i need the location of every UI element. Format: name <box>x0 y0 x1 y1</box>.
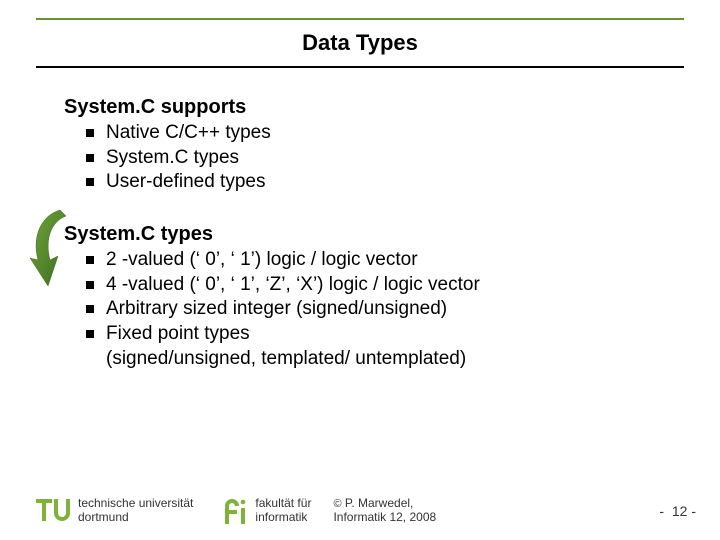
faculty-name: fakultät für informatik <box>255 497 311 525</box>
list-item-text: Arbitrary sized integer (signed/unsigned… <box>106 297 684 322</box>
list-item-text: System.C types <box>106 146 684 171</box>
list-item-text: User-defined types <box>106 170 684 195</box>
bullet-icon <box>86 129 94 137</box>
bullet-icon <box>86 178 94 186</box>
list-item-text: 4 -valued (‘ 0’, ‘ 1’, ‘Z’, ‘X’) logic /… <box>106 273 684 298</box>
university-line2: dortmund <box>78 511 193 525</box>
list-item-text: 2 -valued (‘ 0’, ‘ 1’) logic / logic vec… <box>106 248 684 273</box>
faculty-line2: informatik <box>255 511 311 525</box>
list-item-text: Fixed point types (signed/unsigned, temp… <box>106 322 684 371</box>
bullet-icon <box>86 281 94 289</box>
slide-content: System.C supports Native C/C++ types Sys… <box>64 96 684 400</box>
list-item: System.C types <box>86 146 684 171</box>
copyright-icon: © <box>333 498 341 510</box>
list-item-text: Native C/C++ types <box>106 121 684 146</box>
list-item: Fixed point types (signed/unsigned, temp… <box>86 322 684 371</box>
list-item: User-defined types <box>86 170 684 195</box>
copyright: © P. Marwedel, Informatik 12, 2008 <box>333 497 436 525</box>
list-item: Native C/C++ types <box>86 121 684 146</box>
list-item: Arbitrary sized integer (signed/unsigned… <box>86 297 684 322</box>
slide-footer: technische universität dortmund fakultät… <box>36 496 696 526</box>
copyright-line2: Informatik 12, 2008 <box>333 511 436 525</box>
list-item: 4 -valued (‘ 0’, ‘ 1’, ‘Z’, ‘X’) logic /… <box>86 273 684 298</box>
top-rule <box>36 18 684 20</box>
bullet-icon <box>86 330 94 338</box>
section-heading: System.C supports <box>64 96 684 119</box>
university-name: technische universität dortmund <box>78 497 193 525</box>
page-number: - 12 - <box>659 503 696 519</box>
faculty-line1: fakultät für <box>255 497 311 511</box>
fi-logo-icon <box>221 496 249 526</box>
copyright-line1: P. Marwedel, <box>345 496 413 510</box>
bullet-list: Native C/C++ types System.C types User-d… <box>86 121 684 195</box>
bullet-list: 2 -valued (‘ 0’, ‘ 1’) logic / logic vec… <box>86 248 684 371</box>
bullet-icon <box>86 256 94 264</box>
tu-logo-icon <box>36 497 70 525</box>
title-rule <box>36 66 684 68</box>
slide-title: Data Types <box>0 30 720 56</box>
university-line1: technische universität <box>78 497 193 511</box>
list-item: 2 -valued (‘ 0’, ‘ 1’) logic / logic vec… <box>86 248 684 273</box>
bullet-icon <box>86 154 94 162</box>
bullet-icon <box>86 305 94 313</box>
section-heading: System.C types <box>64 223 684 246</box>
